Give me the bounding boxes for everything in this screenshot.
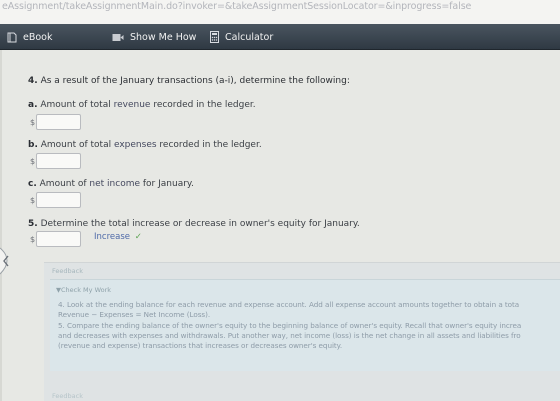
video-icon: [112, 33, 124, 42]
part-b-label: b. Amount of total expenses recorded in …: [28, 140, 262, 150]
check-my-work-panel: ▼Check My Work 4. Look at the ending bal…: [50, 279, 560, 371]
calculator-button[interactable]: Calculator: [210, 24, 273, 50]
question-prompt: 4. As a result of the January transactio…: [28, 76, 350, 86]
calculator-icon: [210, 31, 219, 43]
feedback-line: 4. Look at the ending balance for each r…: [58, 300, 520, 309]
total-expenses-input[interactable]: [36, 153, 81, 169]
feedback-line: and decreases with expenses and withdraw…: [58, 331, 521, 340]
calculator-label: Calculator: [225, 31, 274, 43]
ebook-label: eBook: [23, 31, 53, 43]
chevron-left-icon: [0, 247, 9, 275]
show-me-how-button[interactable]: Show Me How: [112, 24, 196, 50]
feedback-section: Feedback ▼Check My Work 4. Look at the e…: [44, 262, 560, 401]
book-icon: [7, 32, 17, 43]
question-text: As a result of the January transactions …: [40, 76, 350, 86]
feedback-title: Feedback: [52, 267, 83, 275]
feedback-line: (revenue and expense) transactions that …: [58, 341, 343, 350]
url-text: eAssignment/takeAssignmentMain.do?invoke…: [2, 1, 472, 12]
ebook-button[interactable]: eBook: [7, 24, 53, 50]
show-me-how-label: Show Me How: [130, 31, 197, 43]
feedback-line: Revenue − Expenses = Net Income (Loss).: [58, 310, 211, 319]
currency-symbol: $: [30, 118, 36, 127]
currency-symbol: $: [30, 157, 36, 166]
net-income-input[interactable]: [36, 192, 81, 208]
previous-arrow-button[interactable]: [0, 246, 24, 276]
assignment-toolbar: eBook Show Me How Calculator: [0, 24, 560, 50]
part-c-label: c. Amount of net income for January.: [28, 179, 194, 189]
currency-symbol: $: [30, 196, 36, 205]
equity-change-input[interactable]: [36, 231, 81, 247]
part-5-label: 5. Determine the total increase or decre…: [28, 219, 360, 229]
question-number: 4.: [28, 76, 38, 86]
total-revenue-input[interactable]: [36, 114, 81, 130]
browser-url-bar[interactable]: eAssignment/takeAssignmentMain.do?invoke…: [0, 0, 560, 24]
currency-symbol: $: [30, 235, 36, 244]
feedback-footer-label: Feedback: [52, 392, 83, 400]
feedback-line: 5. Compare the ending balance of the own…: [58, 321, 522, 330]
check-icon: ✓: [134, 232, 142, 242]
selected-option: Increase: [94, 232, 130, 242]
check-my-work-toggle[interactable]: ▼Check My Work: [56, 286, 111, 294]
increase-decrease-select[interactable]: Increase ✓: [94, 232, 154, 246]
part-a-label: a. Amount of total revenue recorded in t…: [28, 100, 256, 110]
